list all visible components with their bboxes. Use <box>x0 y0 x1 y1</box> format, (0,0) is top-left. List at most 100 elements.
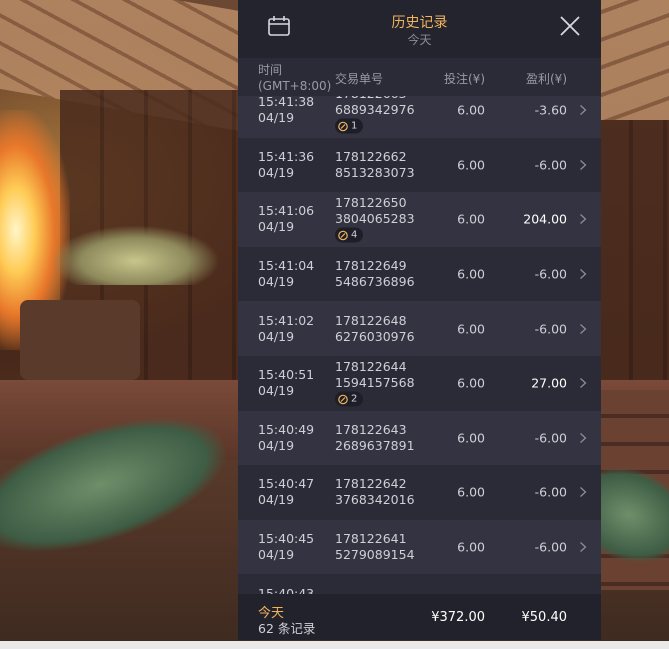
row-date-value: 04/19 <box>258 383 295 399</box>
free-spin-icon <box>338 230 348 241</box>
row-time-value: 15:40:49 <box>258 421 315 437</box>
free-spin-count: 4 <box>351 229 358 241</box>
history-list[interactable]: 15:41:3804/19178122663688934297616.00-3.… <box>238 96 601 594</box>
free-spin-badge: 1 <box>335 118 364 134</box>
row-date-value: 04/19 <box>258 219 295 235</box>
chevron-right-icon[interactable] <box>579 486 587 498</box>
row-time: 15:41:04 04/19 <box>258 258 314 290</box>
free-spin-count: 1 <box>351 120 358 132</box>
table-row[interactable]: 15:40:51 04/19 178122644 1594157568 2 6.00 27.… <box>238 355 601 411</box>
table-row[interactable]: 15:41:04 04/19 178122649 5486736896 6.00 -6.0… <box>238 246 601 302</box>
table-row[interactable]: 15:40:49 04/19 178122643 2689637891 6.00 -6.0… <box>238 410 601 466</box>
row-order: 178122641 5279089154 <box>335 531 415 563</box>
table-row[interactable]: 15:41:36 04/19 178122662 8513283073 6.00 -6.0… <box>238 137 601 193</box>
date-filter-label: 今天 <box>407 33 432 47</box>
chevron-right-icon[interactable] <box>579 377 587 389</box>
table-row[interactable]: 15:40:45 04/19 178122641 5279089154 6.00 -6.0… <box>238 519 601 575</box>
row-time-value: 15:41:38 <box>258 96 315 110</box>
row-bet: 6.00 <box>457 211 485 227</box>
row-date-value: 04/19 <box>258 328 295 344</box>
row-order-line2: 5279089154 <box>335 547 415 563</box>
total-bet: ¥372.00 <box>431 610 485 625</box>
row-time: 15:41:38 04/19 <box>258 96 314 126</box>
row-order: 1781226636889342976 <box>335 96 415 118</box>
summary-footer: 今天 62 条记录 ¥372.00 ¥50.40 <box>238 594 601 640</box>
row-bet: 6.00 <box>457 102 485 118</box>
column-profit: 盈利(¥) <box>526 72 567 86</box>
row-time: 15:40:51 04/19 <box>258 367 314 399</box>
row-order-line1: 178122642 <box>335 476 407 492</box>
free-spin-badge: 4 <box>335 227 364 243</box>
row-time-value: 15:41:04 <box>258 258 315 274</box>
row-profit: -3.60 <box>534 102 567 118</box>
row-order: 178122648 6276030976 <box>335 313 415 345</box>
row-order-line2: 6276030976 <box>335 328 415 344</box>
column-bet: 投注(¥) <box>444 72 485 86</box>
row-time: 15:40:45 04/19 <box>258 531 314 563</box>
column-timezone-label: (GMT+8:00) <box>258 79 332 93</box>
row-time-value: 15:40:43 <box>258 585 315 594</box>
row-date-value: 04/19 <box>258 437 295 453</box>
free-spin-icon <box>338 121 348 132</box>
free-spin-count: 2 <box>351 393 358 405</box>
row-profit: -6.00 <box>534 430 567 446</box>
row-order: 178122643 2689637891 <box>335 422 415 454</box>
close-icon[interactable] <box>558 14 582 38</box>
row-bet: 6.00 <box>457 430 485 446</box>
row-order-line2: 2689637891 <box>335 437 415 453</box>
chevron-right-icon[interactable] <box>579 541 587 553</box>
row-time-value: 15:41:02 <box>258 312 315 328</box>
row-order: 178122649 5486736896 <box>335 258 415 290</box>
column-time-label: 时间 <box>258 63 283 77</box>
row-order-line1: 178122650 <box>335 195 407 211</box>
row-order-line2: 8513283073 <box>335 164 415 180</box>
row-order: 178122650 3804065283 <box>335 195 415 227</box>
table-row[interactable]: 15:41:06 04/19 178122650 3804065283 4 6.00 204… <box>238 192 601 247</box>
chevron-right-icon[interactable] <box>579 268 587 280</box>
row-profit: -6.00 <box>534 266 567 282</box>
table-row[interactable]: 15:40:4304/19178122640 <box>238 574 601 594</box>
row-profit: -6.00 <box>534 484 567 500</box>
row-order-line1: 178122641 <box>335 531 407 547</box>
history-header: 历史记录 今天 <box>238 0 601 58</box>
chevron-right-icon[interactable] <box>579 432 587 444</box>
column-order: 交易单号 <box>335 72 384 86</box>
row-profit: 204.00 <box>523 211 567 227</box>
table-row[interactable]: 15:40:47 04/19 178122642 3768342016 6.00 -6.0… <box>238 465 601 520</box>
row-order-line1: 178122644 <box>335 359 407 375</box>
chevron-right-icon[interactable] <box>579 213 587 225</box>
chevron-right-icon[interactable] <box>579 323 587 335</box>
row-bet: 6.00 <box>457 539 485 555</box>
row-profit: -6.00 <box>534 539 567 555</box>
bottom-strip <box>0 641 669 649</box>
row-order-line1: 178122643 <box>335 421 407 437</box>
record-count: 62 条记录 <box>258 621 316 636</box>
row-order: 178122662 8513283073 <box>335 149 415 181</box>
row-date-value: 04/19 <box>258 110 295 126</box>
row-bet: 6.00 <box>457 375 485 391</box>
row-time-value: 15:41:06 <box>258 203 315 219</box>
table-row[interactable]: 15:41:02 04/19 178122648 6276030976 6.00 -6.0… <box>238 301 601 356</box>
row-time-value: 15:40:45 <box>258 531 315 547</box>
row-order-line2: 1594157568 <box>335 375 415 391</box>
row-bet: 6.00 <box>457 484 485 500</box>
row-profit: -6.00 <box>534 321 567 337</box>
row-time: 15:40:4304/19 <box>258 586 314 594</box>
free-spin-badge: 2 <box>335 391 364 407</box>
row-bet: 6.00 <box>457 321 485 337</box>
table-row[interactable]: 15:41:3804/19 1781226636889342976 1 6.00 -3.… <box>238 96 601 138</box>
row-order: 178122642 3768342016 <box>335 476 415 508</box>
row-time: 15:41:36 04/19 <box>258 149 314 181</box>
row-time-value: 15:40:51 <box>258 367 315 383</box>
column-header: 时间 (GMT+8:00) 交易单号 投注(¥) 盈利(¥) <box>238 58 601 96</box>
row-date-value: 04/19 <box>258 164 295 180</box>
chevron-right-icon[interactable] <box>579 159 587 171</box>
row-date-value: 04/19 <box>258 492 295 508</box>
row-profit: -6.00 <box>534 157 567 173</box>
chevron-right-icon[interactable] <box>579 104 587 116</box>
column-time: 时间 (GMT+8:00) <box>258 62 331 94</box>
row-order-line2: 5486736896 <box>335 274 415 290</box>
row-time-value: 15:40:47 <box>258 476 315 492</box>
row-date-value: 04/19 <box>258 547 295 563</box>
row-order-line2: 6889342976 <box>335 102 415 118</box>
